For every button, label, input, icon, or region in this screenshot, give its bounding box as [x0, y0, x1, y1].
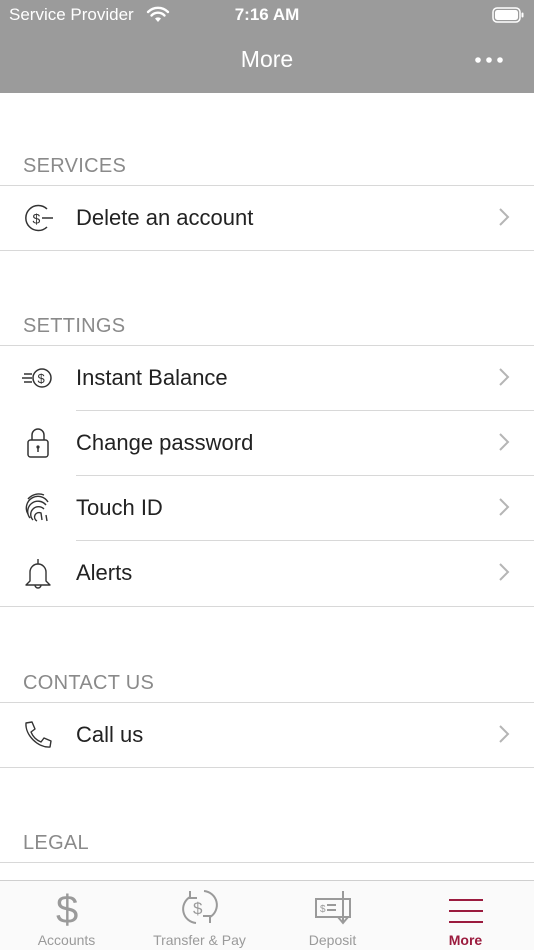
row-label: Change password: [76, 430, 254, 455]
status-bar: Service Provider 7:16 AM: [0, 0, 534, 30]
tab-label: Transfer & Pay: [153, 932, 246, 948]
row-label: Call us: [76, 722, 144, 747]
instant-balance-icon: $: [22, 368, 52, 388]
divider: [0, 862, 534, 863]
divider: [0, 606, 534, 607]
row-label: Instant Balance: [76, 365, 228, 390]
chevron-right-icon: [499, 208, 510, 226]
row-delete-account[interactable]: $ Delete an account: [0, 185, 534, 250]
section-header-legal: LEGAL: [23, 832, 89, 854]
tab-label: More: [448, 932, 483, 948]
chevron-right-icon: [499, 498, 510, 516]
chevron-right-icon: [499, 725, 510, 743]
svg-text:$: $: [38, 371, 46, 386]
tab-bar: $ Accounts $ Transfer & Pay $ Deposit Mo…: [0, 880, 534, 950]
row-change-password[interactable]: Change password: [0, 410, 534, 475]
svg-text:$: $: [56, 888, 78, 927]
page-title: More: [240, 46, 294, 72]
battery-icon: [492, 7, 524, 23]
row-touch-id[interactable]: Touch ID: [0, 475, 534, 540]
chevron-right-icon: [499, 368, 510, 386]
row-label: Delete an account: [76, 205, 254, 230]
dollar-circle-icon: $: [25, 204, 53, 232]
row-instant-balance[interactable]: $ Instant Balance: [0, 345, 534, 410]
more-options-icon[interactable]: [474, 52, 504, 68]
dollar-icon: $: [56, 888, 78, 927]
fingerprint-icon: [25, 493, 49, 522]
section-header-contact: CONTACT US: [23, 672, 155, 694]
status-time: 7:16 AM: [234, 5, 300, 24]
settings-list: SERVICES $ Delete an account SETTINGS $ …: [0, 93, 534, 881]
bell-icon: [25, 559, 51, 589]
phone-icon: [25, 721, 52, 748]
divider: [0, 767, 534, 768]
deposit-check-icon: $: [315, 891, 351, 925]
row-alerts[interactable]: Alerts: [0, 540, 534, 605]
menu-icon: [449, 899, 483, 923]
svg-text:$: $: [33, 211, 41, 227]
nav-header: Service Provider 7:16 AM More: [0, 0, 534, 93]
chevron-right-icon: [499, 563, 510, 581]
svg-text:$: $: [193, 899, 203, 918]
tab-transfer-pay[interactable]: $ Transfer & Pay: [133, 881, 266, 951]
lock-icon: [27, 428, 49, 458]
section-header-services: SERVICES: [23, 155, 127, 177]
chevron-right-icon: [499, 433, 510, 451]
tab-more[interactable]: More: [399, 881, 532, 951]
tab-label: Accounts: [37, 932, 96, 948]
divider: [0, 250, 534, 251]
transfer-icon: $: [182, 890, 218, 924]
row-label: Touch ID: [76, 495, 163, 520]
section-header-settings: SETTINGS: [23, 315, 126, 337]
tab-deposit[interactable]: $ Deposit: [266, 881, 399, 951]
tab-accounts[interactable]: $ Accounts: [0, 881, 133, 951]
row-label: Alerts: [76, 560, 133, 585]
svg-text:$: $: [320, 904, 326, 915]
row-call-us[interactable]: Call us: [0, 702, 534, 767]
tab-label: Deposit: [308, 932, 357, 948]
